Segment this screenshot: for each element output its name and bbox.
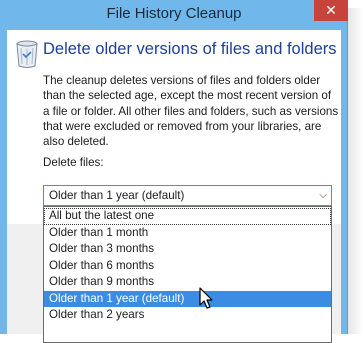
close-button[interactable]: ✕ bbox=[314, 0, 348, 21]
option-1-month[interactable]: Older than 1 month bbox=[44, 225, 331, 242]
cleanup-description: The cleanup deletes versions of files an… bbox=[43, 74, 339, 149]
delete-files-select[interactable]: Older than 1 year (default) ⌵ bbox=[43, 185, 332, 206]
option-2-years[interactable]: Older than 2 years bbox=[44, 307, 331, 324]
close-icon: ✕ bbox=[325, 2, 337, 18]
option-all-but-latest[interactable]: All but the latest one bbox=[44, 208, 331, 225]
dialog-heading: Delete older versions of files and folde… bbox=[43, 40, 337, 58]
delete-files-options[interactable]: All but the latest one Older than 1 mont… bbox=[43, 206, 332, 343]
option-1-year-default[interactable]: Older than 1 year (default) bbox=[44, 290, 331, 307]
window-shadow bbox=[348, 8, 363, 334]
window-title: File History Cleanup bbox=[106, 5, 242, 22]
select-value: Older than 1 year (default) bbox=[49, 189, 185, 202]
dialog-content: Delete older versions of files and folde… bbox=[7, 30, 341, 343]
file-history-cleanup-window: File History Cleanup ✕ Delete older vers… bbox=[0, 0, 348, 343]
option-3-months[interactable]: Older than 3 months bbox=[44, 241, 331, 258]
title-bar[interactable]: File History Cleanup ✕ bbox=[0, 0, 348, 30]
option-9-months[interactable]: Older than 9 months bbox=[44, 274, 331, 291]
chevron-down-icon[interactable]: ⌵ bbox=[319, 186, 327, 205]
recycle-bin-icon bbox=[16, 40, 38, 68]
delete-files-label: Delete files: bbox=[43, 156, 104, 169]
option-6-months[interactable]: Older than 6 months bbox=[44, 258, 331, 275]
mouse-pointer-icon bbox=[199, 287, 213, 309]
